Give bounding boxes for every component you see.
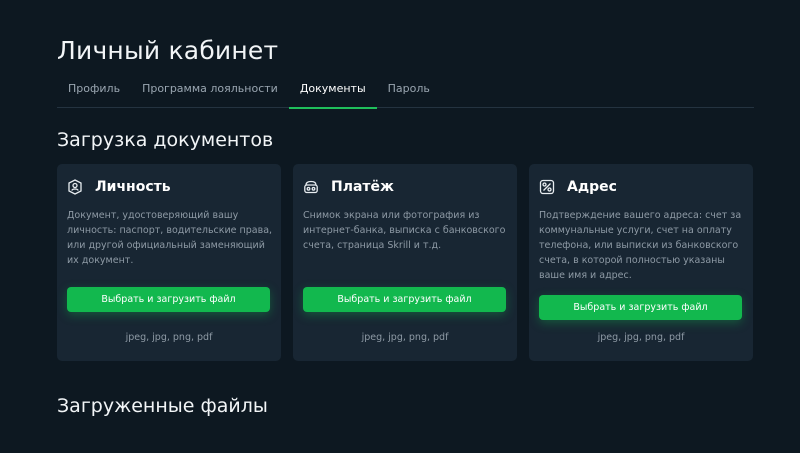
- identity-card-title: Личность: [95, 179, 171, 195]
- payment-upload-button[interactable]: Выбрать и загрузить файл: [303, 287, 506, 312]
- upload-section-title: Загрузка документов: [57, 129, 274, 151]
- address-formats: jpeg, jpg, png, pdf: [597, 332, 685, 343]
- payment-formats: jpeg, jpg, png, pdf: [361, 332, 449, 343]
- tab-loyalty-program[interactable]: Программа лояльности: [131, 76, 289, 108]
- payment-card-description: Снимок экрана или фотография из интернет…: [303, 210, 506, 251]
- identity-card: Личность Документ, удостоверяющий вашу л…: [57, 164, 281, 361]
- uploaded-files-title: Загруженные файлы: [57, 395, 268, 417]
- payment-card: Платёж Снимок экрана или фотография из и…: [293, 164, 517, 361]
- address-card-icon: [539, 179, 555, 195]
- payment-card-title: Платёж: [331, 179, 394, 195]
- identity-card-description: Документ, удостоверяющий вашу личность: …: [67, 210, 273, 266]
- tab-password[interactable]: Пароль: [377, 76, 441, 108]
- tab-bar: Профиль Программа лояльности Документы П…: [57, 76, 754, 109]
- address-card-description: Подтверждение вашего адреса: счет за ком…: [539, 210, 742, 281]
- person-badge-icon: [67, 179, 83, 195]
- identity-formats: jpeg, jpg, png, pdf: [125, 332, 213, 343]
- address-upload-button[interactable]: Выбрать и загрузить файл: [539, 295, 742, 320]
- tab-documents[interactable]: Документы: [288, 76, 377, 109]
- address-card-title: Адрес: [567, 179, 617, 195]
- address-card: Адрес Подтверждение вашего адреса: счет …: [529, 164, 753, 361]
- tab-profile[interactable]: Профиль: [57, 76, 131, 108]
- wallet-icon: [303, 179, 319, 195]
- page-title: Личный кабинет: [57, 36, 279, 65]
- identity-upload-button[interactable]: Выбрать и загрузить файл: [67, 287, 270, 312]
